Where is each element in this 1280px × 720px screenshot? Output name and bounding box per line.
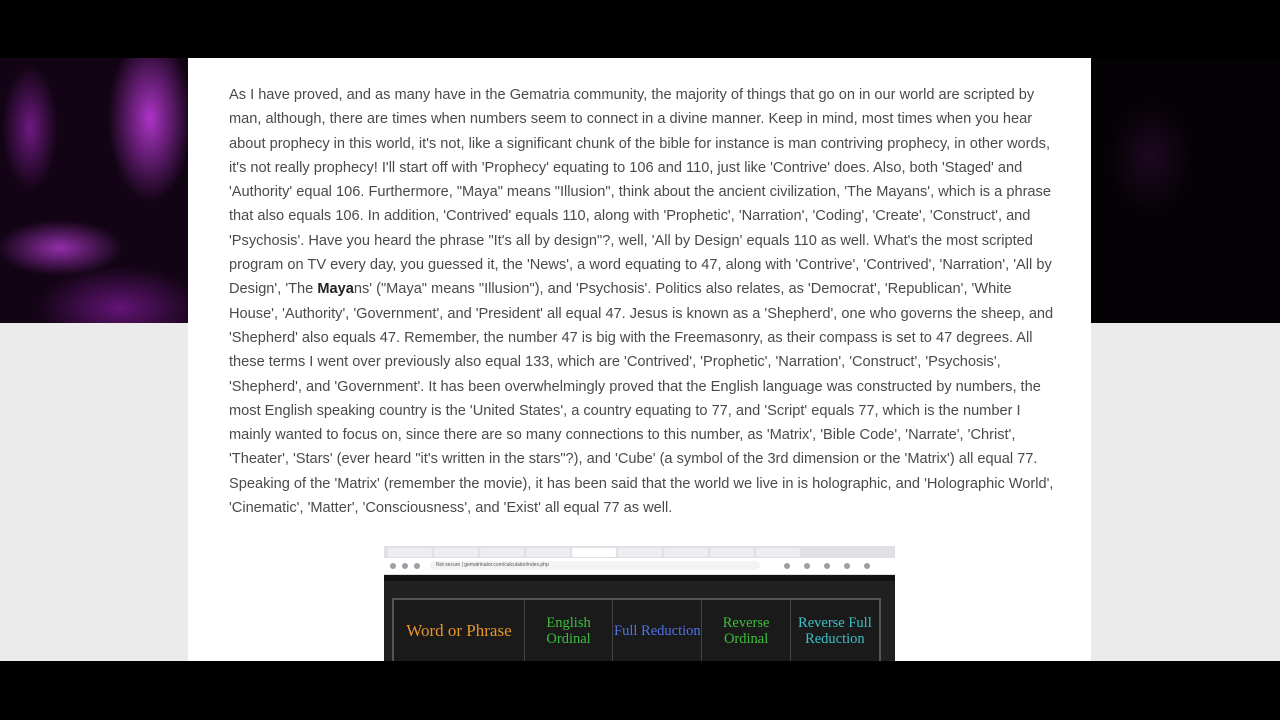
- back-icon: [390, 563, 396, 569]
- article-text-part-2: ns' ("Maya" means "Illusion"), and 'Psyc…: [229, 281, 1054, 517]
- browser-tab-bar: [384, 546, 895, 558]
- embedded-browser-screenshot: Not secure | gematrinator.com/calculator…: [384, 546, 895, 661]
- browser-address-bar: Not secure | gematrinator.com/calculator…: [384, 558, 895, 575]
- forward-icon: [402, 563, 408, 569]
- header-english-ordinal: English Ordinal: [525, 600, 614, 661]
- browser-tab: [526, 547, 570, 557]
- reload-icon: [414, 563, 420, 569]
- extension-icon: [824, 563, 830, 569]
- article-text: As I have proved, and as many have in th…: [229, 83, 1059, 520]
- browser-tab: [618, 547, 662, 557]
- browser-tab: [664, 547, 708, 557]
- browser-tab: [388, 547, 432, 557]
- browser-tab: [756, 547, 800, 557]
- content-panel: As I have proved, and as many have in th…: [188, 58, 1091, 661]
- header-reverse-full-reduction: Reverse Full Reduction: [798, 614, 872, 647]
- header-full-reduction: Full Reduction: [613, 600, 703, 661]
- extension-icon: [804, 563, 810, 569]
- star-icon: [784, 563, 790, 569]
- address-field: Not secure | gematrinator.com/calculator…: [430, 561, 760, 570]
- light-background-left: [0, 323, 188, 661]
- light-background-right: [1091, 323, 1280, 661]
- profile-icon: [864, 563, 870, 569]
- letterbox-bottom: [0, 661, 1280, 720]
- letterbox-top: [0, 0, 1280, 58]
- purple-smoke-background: [0, 58, 188, 323]
- browser-tab-active: [572, 547, 616, 557]
- page-strip: [384, 575, 895, 581]
- extension-icon: [844, 563, 850, 569]
- article-bold-word: Maya: [317, 281, 354, 298]
- header-word-or-phrase: Word or Phrase: [394, 600, 525, 661]
- browser-tab: [480, 547, 524, 557]
- gematria-table-header: Word or Phrase English Ordinal Full Redu…: [392, 598, 881, 661]
- browser-tab: [434, 547, 478, 557]
- browser-tab: [710, 547, 754, 557]
- header-reverse-ordinal: Reverse Ordinal: [702, 600, 791, 661]
- dark-background-right: [1091, 58, 1280, 323]
- article-text-part-1: As I have proved, and as many have in th…: [229, 87, 1052, 298]
